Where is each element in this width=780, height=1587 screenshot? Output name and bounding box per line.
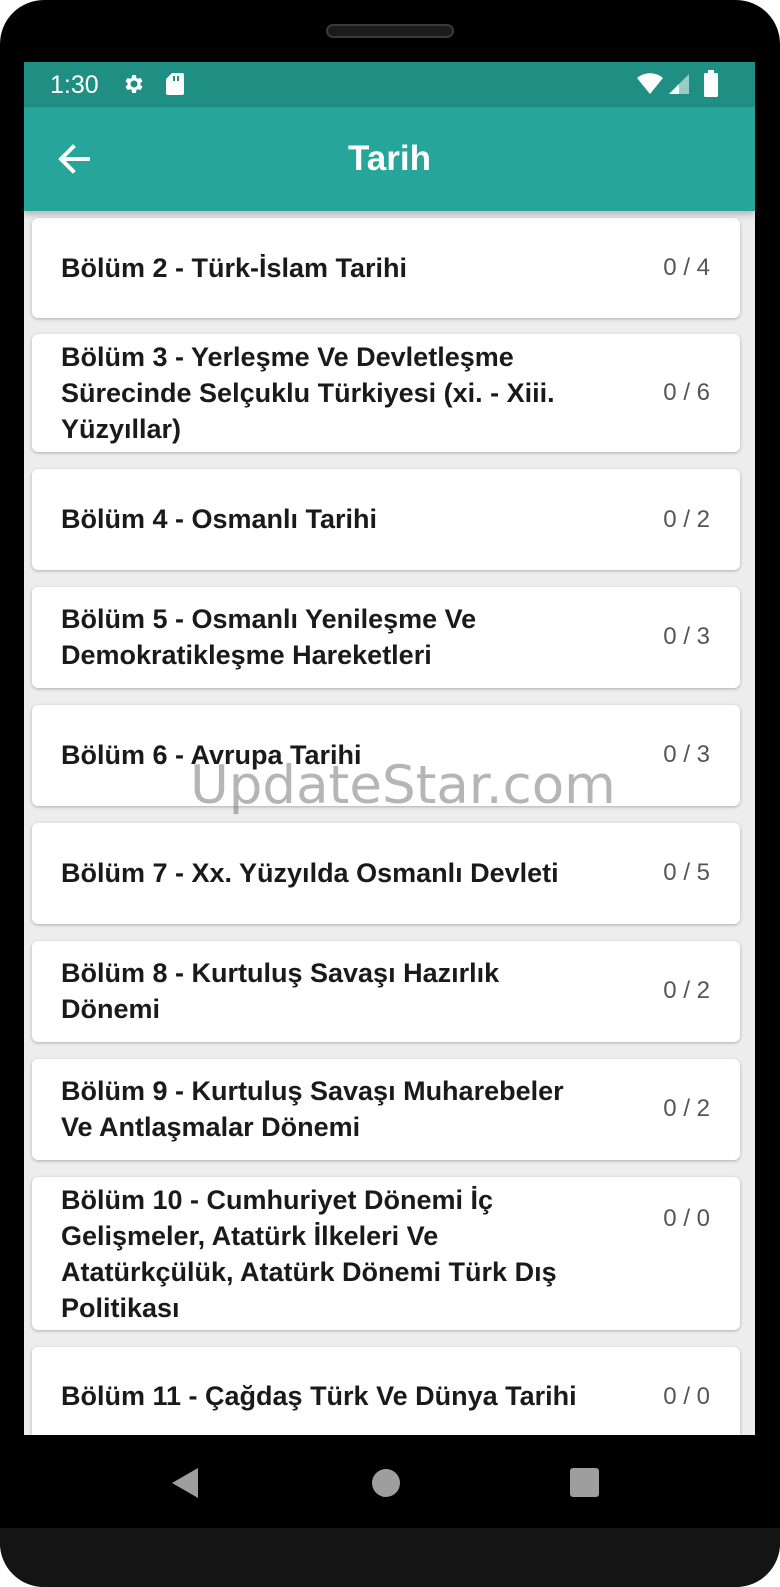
page-title: Tarih bbox=[348, 139, 431, 178]
battery-icon bbox=[703, 70, 719, 103]
chapter-title: Bölüm 2 - Türk-İslam Tarihi bbox=[61, 253, 408, 283]
chapter-card-10[interactable]: Bölüm 10 - Cumhuriyet Dönemi İç Gelişmel… bbox=[32, 1177, 740, 1330]
chapter-title: Bölüm 7 - Xx. Yüzyılda Osmanlı Devleti bbox=[61, 858, 559, 888]
chapter-progress: 0 / 5 bbox=[663, 859, 710, 886]
device-bottom-bezel bbox=[0, 1528, 780, 1587]
chapter-card-4[interactable]: Bölüm 4 - Osmanlı Tarihi 0 / 2 bbox=[32, 469, 740, 570]
chapter-title: Bölüm 10 - Cumhuriyet Dönemi İç Gelişmel… bbox=[61, 1185, 557, 1323]
back-triangle-icon[interactable] bbox=[170, 1467, 200, 1504]
sd-card-icon bbox=[165, 72, 185, 101]
chapter-progress: 0 / 6 bbox=[663, 379, 710, 406]
chapter-title: Bölüm 5 - Osmanlı Yenileşme Ve Demokrati… bbox=[61, 604, 477, 670]
status-time: 1:30 bbox=[50, 71, 99, 99]
chapter-title: Bölüm 3 - Yerleşme Ve Devletleşme Süreci… bbox=[61, 342, 555, 444]
chapter-card-11[interactable]: Bölüm 11 - Çağdaş Türk Ve Dünya Tarihi 0… bbox=[32, 1347, 740, 1435]
chapter-progress: 0 / 2 bbox=[663, 977, 710, 1004]
chapter-progress: 0 / 3 bbox=[663, 741, 710, 768]
status-bar: 1:30 bbox=[24, 62, 755, 107]
chapter-card-6[interactable]: Bölüm 6 - Avrupa Tarihi 0 / 3 bbox=[32, 705, 740, 806]
chapter-card-2[interactable]: Bölüm 2 - Türk-İslam Tarihi 0 / 4 bbox=[32, 218, 740, 318]
chapter-progress: 0 / 2 bbox=[663, 1095, 710, 1122]
chapter-progress: 0 / 2 bbox=[663, 506, 710, 533]
chapter-card-9[interactable]: Bölüm 9 - Kurtuluş Savaşı Muharebeler Ve… bbox=[32, 1059, 740, 1160]
chapter-title: Bölüm 6 - Avrupa Tarihi bbox=[61, 740, 362, 770]
chapter-card-7[interactable]: Bölüm 7 - Xx. Yüzyılda Osmanlı Devleti 0… bbox=[32, 823, 740, 924]
screen: 1:30 Tarih Bölüm 2 - Türk-İslam Tarihi 0… bbox=[24, 62, 755, 1435]
chapter-progress: 0 / 0 bbox=[663, 1205, 710, 1232]
chapter-card-5[interactable]: Bölüm 5 - Osmanlı Yenileşme Ve Demokrati… bbox=[32, 587, 740, 688]
chapter-progress: 0 / 3 bbox=[663, 623, 710, 650]
chapter-progress: 0 / 0 bbox=[663, 1383, 710, 1410]
chapter-card-3[interactable]: Bölüm 3 - Yerleşme Ve Devletleşme Süreci… bbox=[32, 334, 740, 452]
wifi-icon bbox=[636, 73, 664, 100]
chapter-progress: 0 / 4 bbox=[663, 254, 710, 281]
settings-icon bbox=[121, 72, 145, 101]
chapter-title: Bölüm 11 - Çağdaş Türk Ve Dünya Tarihi bbox=[61, 1381, 577, 1411]
chapter-title: Bölüm 9 - Kurtuluş Savaşı Muharebeler Ve… bbox=[61, 1076, 564, 1142]
home-circle-icon[interactable] bbox=[371, 1468, 401, 1503]
signal-icon bbox=[667, 73, 691, 100]
speaker-grille bbox=[326, 24, 454, 38]
phone-frame: 1:30 Tarih Bölüm 2 - Türk-İslam Tarihi 0… bbox=[0, 0, 780, 1587]
chapter-title: Bölüm 4 - Osmanlı Tarihi bbox=[61, 504, 378, 534]
recents-square-icon[interactable] bbox=[570, 1468, 599, 1502]
app-bar: Tarih bbox=[24, 107, 755, 211]
chapter-card-8[interactable]: Bölüm 8 - Kurtuluş Savaşı Hazırlık Dönem… bbox=[32, 941, 740, 1042]
chapter-title: Bölüm 8 - Kurtuluş Savaşı Hazırlık Dönem… bbox=[61, 958, 500, 1024]
navigation-bar bbox=[0, 1435, 780, 1535]
